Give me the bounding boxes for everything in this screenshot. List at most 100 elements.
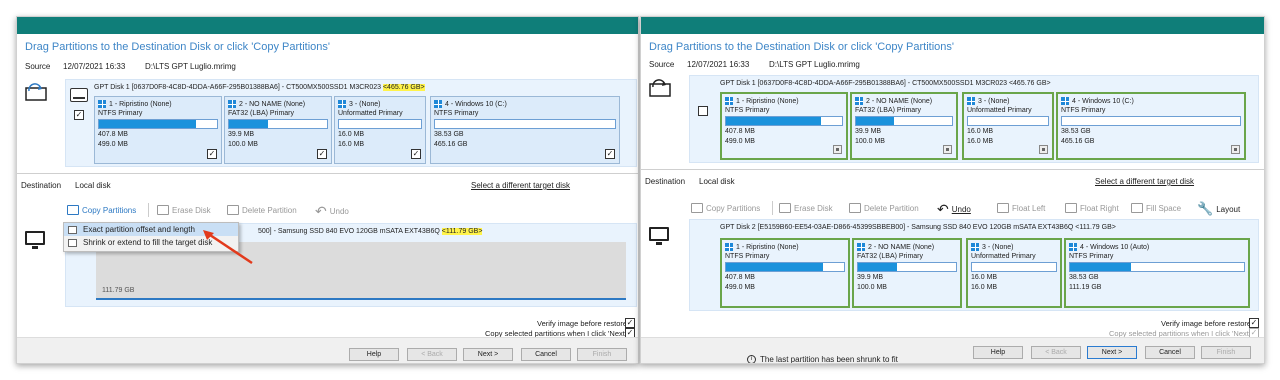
windows-icon: [434, 100, 442, 108]
select-target-link[interactable]: Select a different target disk: [1095, 177, 1194, 186]
page-title: Drag Partitions to the Destination Disk …: [649, 41, 954, 53]
eraser-icon: [157, 205, 169, 215]
source-partition-1[interactable]: 1 - Ripristino (None) NTFS Primary 407.8…: [94, 96, 222, 164]
select-disk-checkbox[interactable]: ✓: [74, 110, 84, 120]
next-button[interactable]: Next >: [1087, 346, 1137, 359]
monitor-icon: [649, 227, 669, 245]
back-button[interactable]: < Back: [1031, 346, 1081, 359]
undo-icon: ↶: [937, 201, 949, 217]
title-bar: [17, 17, 638, 34]
destination-disk-panel: GPT Disk 2 [E5159B60-EE54-03AE-D866-4539…: [689, 219, 1259, 311]
source-disk-panel: ✓ GPT Disk 1 [0637D0F8-4C8D-4DDA-A66F-29…: [65, 79, 637, 167]
partition-icon: [68, 238, 77, 247]
usage-bar-fill: [726, 263, 823, 271]
page-title: Drag Partitions to the Destination Disk …: [25, 41, 330, 53]
copy-icon: [691, 203, 703, 213]
windows-icon: [971, 243, 979, 251]
partition-checkbox[interactable]: ✓: [605, 149, 615, 159]
source-path: D:\LTS GPT Luglio.mrimg: [145, 62, 236, 71]
select-disk-checkbox[interactable]: [698, 106, 708, 116]
free-space-label: 111.79 GB: [102, 287, 135, 294]
partition-options-icon[interactable]: [1231, 145, 1240, 154]
windows-icon: [967, 97, 975, 105]
back-button[interactable]: < Back: [407, 348, 457, 361]
copy-partitions-button[interactable]: Copy Partitions: [67, 205, 136, 215]
partition-checkbox[interactable]: ✓: [317, 149, 327, 159]
delete-icon: [227, 205, 239, 215]
float-left-icon: [997, 203, 1009, 213]
source-partition-4[interactable]: 4 - Windows 10 (C:) NTFS Primary 38.53 G…: [1056, 92, 1246, 160]
right-wizard-window: Drag Partitions to the Destination Disk …: [640, 16, 1265, 364]
float-left-button[interactable]: Float Left: [997, 203, 1045, 213]
verify-checkbox[interactable]: ✓: [625, 318, 635, 328]
partition-options-icon[interactable]: [833, 145, 842, 154]
cancel-button[interactable]: Cancel: [1145, 346, 1195, 359]
divider: [641, 169, 1264, 170]
source-partition-2[interactable]: 2 - NO NAME (None) FAT32 (LBA) Primary 3…: [850, 92, 958, 160]
erase-disk-button[interactable]: Erase Disk: [779, 203, 833, 213]
source-date: 12/07/2021 16:33: [687, 60, 750, 69]
source-path: D:\LTS GPT Luglio.mrimg: [769, 60, 860, 69]
help-button[interactable]: Help: [349, 348, 399, 361]
delete-partition-button[interactable]: Delete Partition: [227, 205, 297, 215]
source-partition-3[interactable]: 3 - (None) Unformatted Primary 16.0 MB 1…: [962, 92, 1054, 160]
source-partition-3[interactable]: 3 - (None) Unformatted Primary 16.0 MB 1…: [334, 96, 426, 164]
source-disk-info: GPT Disk 1 [0637D0F8-4C8D-4DDA-A66F-295B…: [720, 80, 1051, 87]
copy-icon: [67, 205, 79, 215]
float-right-button[interactable]: Float Right: [1065, 203, 1119, 213]
undo-icon: ↶: [315, 203, 327, 219]
partition-options-icon[interactable]: [943, 145, 952, 154]
fill-space-button[interactable]: Fill Space: [1131, 203, 1181, 213]
dest-partition-4[interactable]: 4 - Windows 10 (Auto) NTFS Primary 38.53…: [1064, 238, 1250, 308]
undo-button[interactable]: ↶ Undo: [937, 201, 971, 218]
dest-partition-1[interactable]: 1 - Ripristino (None) NTFS Primary 407.8…: [720, 238, 850, 308]
partition-checkbox[interactable]: ✓: [411, 149, 421, 159]
next-button[interactable]: Next >: [463, 348, 513, 361]
verify-label: Verify image before restore: [1161, 319, 1252, 328]
image-file-icon: [25, 83, 47, 101]
windows-icon: [857, 243, 865, 251]
usage-bar-fill: [1070, 263, 1131, 271]
windows-icon: [338, 100, 346, 108]
windows-icon: [725, 97, 733, 105]
source-partition-1[interactable]: 1 - Ripristino (None) NTFS Primary 407.8…: [720, 92, 848, 160]
usage-bar-fill: [229, 120, 269, 128]
layout-button[interactable]: 🔧 Layout: [1197, 201, 1240, 217]
usage-bar-fill: [856, 117, 895, 125]
source-disk-info: GPT Disk 1 [0637D0F8-4C8D-4DDA-A66F-295B…: [94, 84, 382, 91]
help-button[interactable]: Help: [973, 346, 1023, 359]
float-right-icon: [1065, 203, 1077, 213]
red-arrow-annotation: [203, 230, 253, 265]
verify-checkbox[interactable]: ✓: [1249, 318, 1259, 328]
divider: [17, 173, 638, 174]
windows-icon: [98, 100, 106, 108]
dest-partition-2[interactable]: 2 - NO NAME (None) FAT32 (LBA) Primary 3…: [852, 238, 962, 308]
windows-icon: [228, 100, 236, 108]
erase-disk-button[interactable]: Erase Disk: [157, 205, 211, 215]
source-partition-4[interactable]: 4 - Windows 10 (C:) NTFS Primary 38.53 G…: [430, 96, 620, 164]
partition-checkbox[interactable]: ✓: [207, 149, 217, 159]
image-file-icon: [649, 79, 671, 97]
eraser-icon: [779, 203, 791, 213]
windows-icon: [855, 97, 863, 105]
windows-icon: [1061, 97, 1069, 105]
partition-options-icon[interactable]: [1039, 145, 1048, 154]
cancel-button[interactable]: Cancel: [521, 348, 571, 361]
delete-partition-button[interactable]: Delete Partition: [849, 203, 919, 213]
source-partition-2[interactable]: 2 - NO NAME (None) FAT32 (LBA) Primary 3…: [224, 96, 332, 164]
dest-partition-3[interactable]: 3 - (None) Unformatted Primary 16.0 MB 1…: [966, 238, 1062, 308]
windows-icon: [725, 243, 733, 251]
title-bar: [641, 17, 1264, 34]
dest-disk-size: <111.79 GB>: [441, 228, 483, 235]
destination-value: Local disk: [699, 177, 735, 186]
finish-button[interactable]: Finish: [1201, 346, 1251, 359]
select-target-link[interactable]: Select a different target disk: [471, 181, 570, 190]
hard-disk-icon: [70, 88, 88, 102]
source-label: Source: [649, 60, 675, 69]
destination-value: Local disk: [75, 181, 111, 190]
undo-button[interactable]: ↶ Undo: [315, 203, 349, 220]
copy-partitions-button[interactable]: Copy Partitions: [691, 203, 760, 213]
verify-label: Verify image before restore: [537, 319, 628, 328]
status-message: i The last partition has been shrunk to …: [747, 355, 898, 363]
finish-button[interactable]: Finish: [577, 348, 627, 361]
